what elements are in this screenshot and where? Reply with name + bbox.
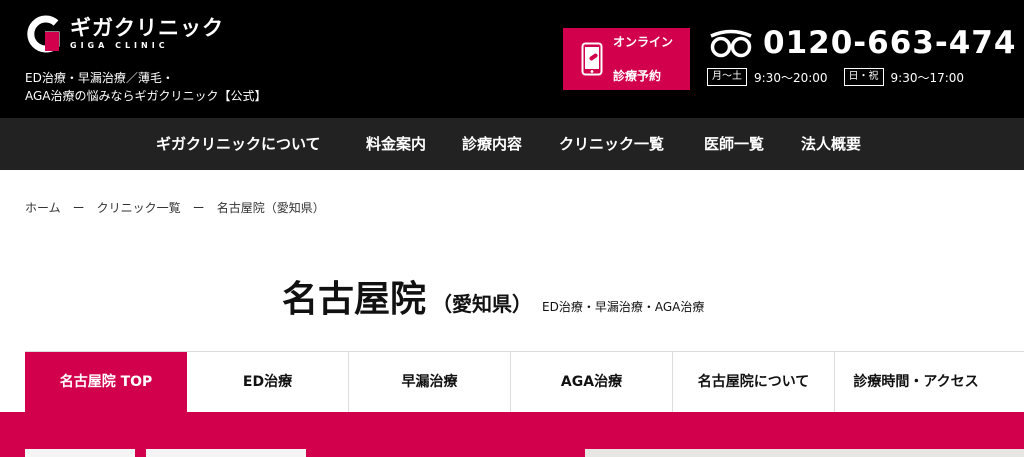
- page-subtitle: ED治療・早漏治療・AGA治療: [542, 300, 705, 314]
- nav-item-doctors[interactable]: 医師一覧: [704, 118, 764, 170]
- site-header: ギガクリニック GIGA CLINIC ED治療・早漏治療／薄毛・ AGA治療の…: [0, 0, 1024, 118]
- nav-item-pricing[interactable]: 料金案内: [366, 118, 426, 170]
- site-tagline: ED治療・早漏治療／薄毛・ AGA治療の悩みならギガクリニック【公式】: [25, 69, 267, 105]
- breadcrumb: ホーム ー クリニック一覧 ー 名古屋院（愛知県）: [25, 199, 325, 216]
- hero-card: [25, 449, 135, 457]
- hero-card: [146, 449, 306, 457]
- phone-contact[interactable]: 0120-663-474: [707, 25, 1016, 61]
- page-title: 名古屋院 （愛知県） ED治療・早漏治療・AGA治療: [282, 270, 704, 322]
- site-logo[interactable]: ギガクリニック GIGA CLINIC: [26, 15, 224, 53]
- nav-item-company[interactable]: 法人概要: [801, 118, 861, 170]
- online-button-line1: オンライン: [613, 34, 674, 49]
- nav-item-treatments[interactable]: 診療内容: [462, 118, 522, 170]
- tab-ed[interactable]: ED治療: [187, 352, 349, 413]
- breadcrumb-clinics[interactable]: クリニック一覧: [97, 199, 181, 216]
- page-title-prefecture: （愛知県）: [432, 292, 533, 316]
- logo-name: ギガクリニック: [70, 16, 224, 40]
- online-consultation-button[interactable]: オンライン 診療予約: [563, 28, 690, 90]
- breadcrumb-separator: ー: [192, 201, 205, 215]
- hours-days-holiday: 日・祝: [843, 68, 884, 86]
- hours-time-weekday: 9:30〜20:00: [754, 70, 828, 85]
- breadcrumb-home[interactable]: ホーム: [25, 199, 61, 216]
- tab-aga[interactable]: AGA治療: [511, 352, 673, 413]
- tab-hours-access[interactable]: 診療時間・アクセス: [835, 352, 997, 413]
- global-nav: ギガクリニックについて 料金案内 診療内容 クリニック一覧 医師一覧 法人概要: [0, 118, 1024, 170]
- tab-premature-ejaculation[interactable]: 早漏治療: [349, 352, 511, 413]
- tagline-line2: AGA治療の悩みならギガクリニック【公式】: [25, 89, 267, 103]
- opening-hours: 月〜土 9:30〜20:00 日・祝 9:30〜17:00: [707, 68, 980, 86]
- hero-image: [585, 449, 1024, 457]
- breadcrumb-separator: ー: [72, 201, 85, 215]
- page-title-main: 名古屋院: [282, 279, 427, 320]
- tab-clinic-top[interactable]: 名古屋院 TOP: [25, 352, 187, 413]
- logo-mark-icon: [26, 15, 62, 53]
- hours-time-holiday: 9:30〜17:00: [890, 70, 965, 85]
- phone-number[interactable]: 0120-663-474: [763, 25, 1016, 61]
- online-button-line2: 診療予約: [613, 68, 662, 83]
- nav-item-clinics[interactable]: クリニック一覧: [559, 118, 664, 170]
- tagline-line1: ED治療・早漏治療／薄毛・: [25, 71, 174, 85]
- free-dial-icon: [710, 29, 752, 58]
- logo-name-en: GIGA CLINIC: [70, 41, 169, 50]
- hours-days-weekday: 月〜土: [707, 68, 747, 86]
- smartphone-icon: [581, 42, 603, 76]
- tab-about-clinic[interactable]: 名古屋院について: [673, 352, 835, 413]
- nav-item-about[interactable]: ギガクリニックについて: [156, 118, 321, 170]
- clinic-tabs: 名古屋院 TOP ED治療 早漏治療 AGA治療 名古屋院について 診療時間・ア…: [25, 351, 1024, 413]
- breadcrumb-current: 名古屋院（愛知県）: [216, 201, 325, 215]
